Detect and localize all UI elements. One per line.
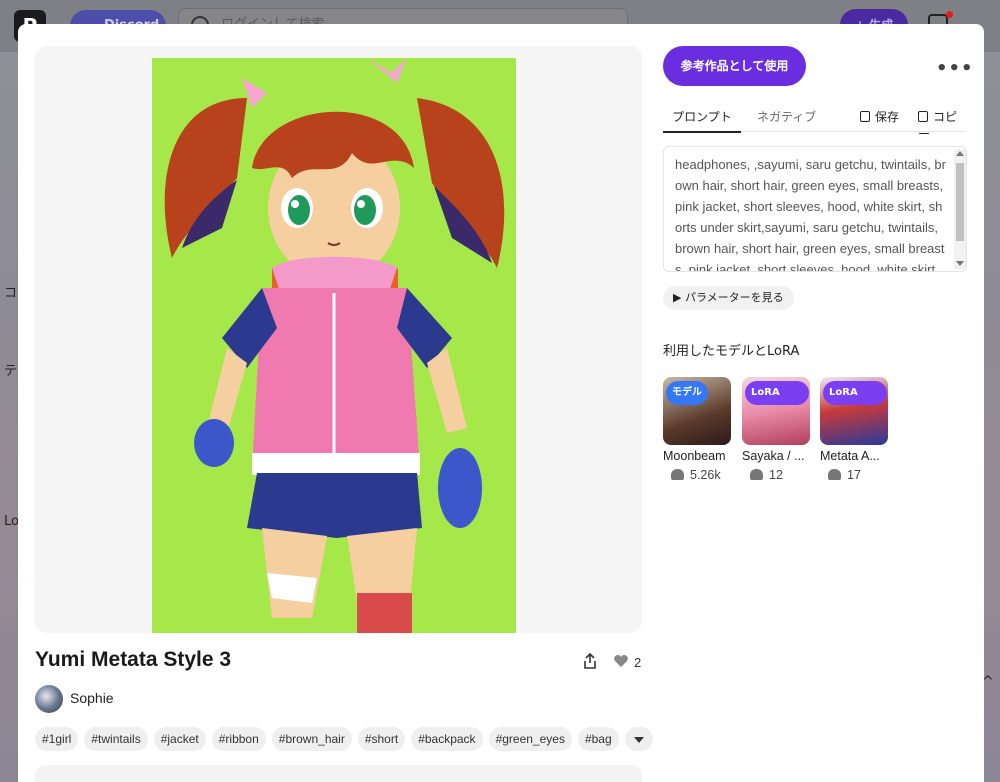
tag-chip[interactable]: #1girl [35,727,79,751]
view-parameters-button[interactable]: ▶ パラメーターを見る [663,286,794,310]
prompt-text: headphones, ,sayumi, saru getchu, twinta… [675,157,946,272]
background-text: Lo [4,514,19,529]
model-likes-count: 12 [769,468,783,482]
model-likes: 17 [820,468,890,482]
author-avatar[interactable] [35,685,63,713]
model-card-metata[interactable]: LoRA Metata A... 17 [820,377,890,482]
model-likes: 12 [742,468,812,482]
tag-chip[interactable]: #twintails [84,727,148,751]
tag-chip[interactable]: #ribbon [211,727,266,751]
more-options-icon[interactable]: ••• [936,58,974,79]
save-label: 保存 [875,110,900,124]
save-button[interactable]: 保存 [860,108,899,125]
tag-chip[interactable]: #bag [577,727,619,751]
share-icon[interactable] [581,652,599,670]
post-title: Yumi Metata Style 3 [35,648,232,671]
prompt-tabs: プロンプト ネガティブ 保存 コピー [663,106,966,141]
model-name: Sayaka / ... [742,449,805,463]
model-card-moonbeam[interactable]: モデル Moonbeam 5.26k [663,377,733,482]
tag-chip[interactable]: #jacket [153,727,206,751]
model-thumbnail[interactable]: モデル [663,377,731,445]
heart-icon[interactable] [613,654,629,668]
prompt-scrollbar[interactable] [954,149,966,269]
heart-icon [828,469,841,480]
models-section-title: 利用したモデルとLoRA [663,344,800,359]
model-likes: 5.26k [663,468,733,482]
tag-chip[interactable]: #green_eyes [488,727,572,751]
model-likes-count: 5.26k [690,468,721,482]
save-icon [860,111,870,122]
tab-negative[interactable]: ネガティブ [757,108,816,125]
model-name: Metata A... [820,449,880,463]
lora-badge: LoRA [823,381,887,405]
prompt-textbox[interactable]: headphones, ,sayumi, saru getchu, twinta… [663,146,967,272]
use-as-reference-button[interactable]: 参考作品として使用 [663,46,806,86]
model-card-sayaka[interactable]: LoRA Sayaka / ... 12 [742,377,812,482]
artwork-image[interactable] [35,46,642,633]
scroll-down-icon[interactable] [956,261,964,266]
model-thumbnail[interactable]: LoRA [742,377,810,445]
artwork-illustration [152,58,516,633]
background-text: テ [4,364,18,379]
tag-chip[interactable]: #brown_hair [271,727,352,751]
tag-chip[interactable]: #backpack [411,727,483,751]
tag-list: #1girl #twintails #jacket #ribbon #brown… [35,727,653,751]
heart-icon [750,469,763,480]
scroll-up-icon[interactable] [956,151,964,156]
tab-prompt[interactable]: プロンプト [663,108,741,133]
background-text: コ [4,286,18,301]
comment-panel [35,765,642,782]
author-name[interactable]: Sophie [70,690,114,706]
like-count: 2 [634,655,642,670]
model-name: Moonbeam [663,449,726,463]
tag-chip[interactable]: #short [357,727,406,751]
post-detail-modal: Yumi Metata Style 3 2 Sophie #1girl #twi… [18,24,984,782]
model-likes-count: 17 [847,468,861,482]
heart-icon [671,469,684,480]
copy-button[interactable]: コピー [918,108,966,142]
model-thumbnail[interactable]: LoRA [820,377,888,445]
lora-badge: LoRA [745,381,809,405]
notification-dot [946,11,953,18]
model-badge: モデル [666,381,708,405]
expand-tags-button[interactable] [624,727,653,751]
copy-icon [918,111,928,122]
scroll-thumb[interactable] [956,163,964,241]
